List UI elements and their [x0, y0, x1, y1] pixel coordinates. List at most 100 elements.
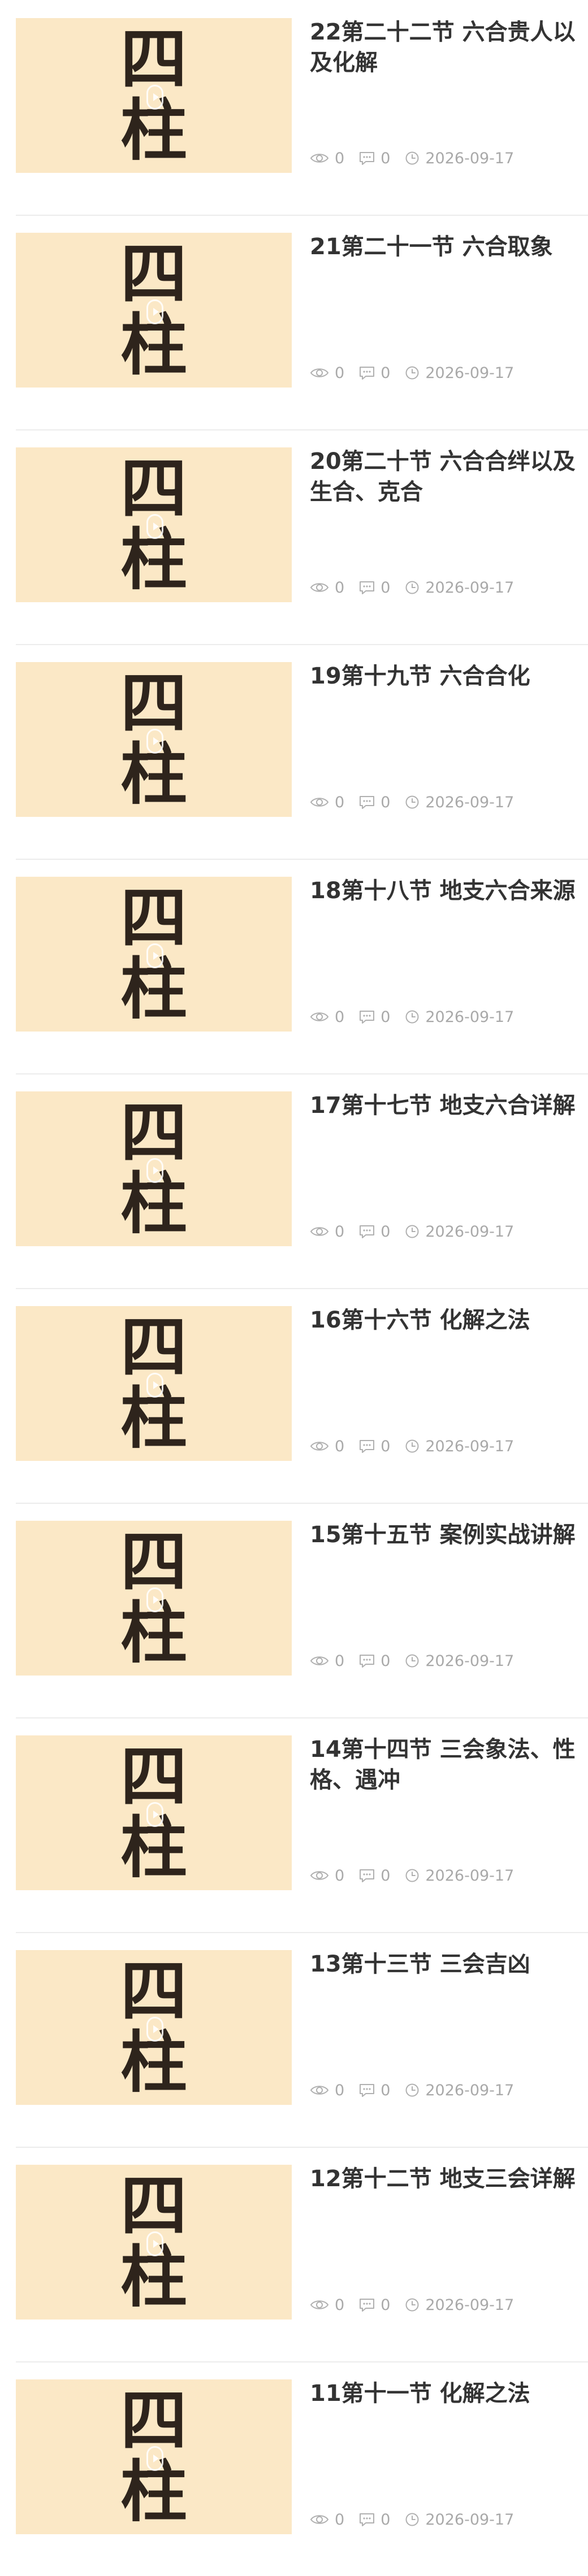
play-icon[interactable]: [146, 85, 163, 110]
views-stat: 0: [310, 2296, 344, 2314]
views-stat: 0: [310, 150, 344, 167]
eye-icon: [310, 1442, 329, 1451]
list-item[interactable]: 四 柱 22第二十二节 六合贵人以及化解 0 0 2026-09-17: [0, 0, 588, 215]
article-meta: 0 0 2026-09-17: [310, 149, 529, 167]
views-stat: 0: [310, 2511, 344, 2529]
date-stat: 2026-09-17: [405, 364, 514, 382]
comments-count: 0: [381, 1222, 391, 1241]
publish-date: 2026-09-17: [425, 793, 514, 811]
list-item[interactable]: 四 柱 13第十三节 三会吉凶 0 0 2026-09-17: [0, 1932, 588, 2147]
views-count: 0: [335, 149, 345, 167]
article-title[interactable]: 17第十七节 地支六合详解: [310, 1090, 581, 1121]
list-item[interactable]: 四 柱 15第十五节 案例实战讲解 0 0 2026-09-17: [0, 1503, 588, 1717]
play-icon[interactable]: [146, 299, 163, 324]
clock-icon: [405, 1010, 419, 1024]
article-thumbnail[interactable]: 四 柱: [16, 877, 292, 1032]
comments-stat: 0: [359, 2296, 390, 2314]
comment-icon: [360, 2513, 375, 2526]
play-icon[interactable]: [146, 729, 163, 754]
comment-icon: [360, 1869, 375, 1882]
comment-icon: [360, 1655, 375, 1668]
comments-stat: 0: [359, 2082, 390, 2099]
article-meta: 0 0 2026-09-17: [310, 578, 529, 597]
comments-stat: 0: [359, 1223, 390, 1241]
article-title[interactable]: 21第二十一节 六合取象: [310, 232, 581, 262]
views-count: 0: [335, 2296, 345, 2314]
play-icon[interactable]: [146, 1373, 163, 1398]
list-item[interactable]: 四 柱 17第十七节 地支六合详解 0 0 2026-09-17: [0, 1073, 588, 1288]
article-title[interactable]: 20第二十节 六合合绊以及生合、克合: [310, 446, 581, 507]
list-item[interactable]: 四 柱 14第十四节 三会象法、性格、遇冲 0 0 2026-09-17: [0, 1717, 588, 1932]
article-title[interactable]: 14第十四节 三会象法、性格、遇冲: [310, 1734, 581, 1795]
article-thumbnail[interactable]: 四 柱: [16, 233, 292, 388]
eye-icon: [310, 1871, 329, 1880]
article-thumbnail[interactable]: 四 柱: [16, 2165, 292, 2320]
play-icon[interactable]: [146, 943, 163, 968]
play-icon[interactable]: [146, 2446, 163, 2471]
play-icon[interactable]: [146, 2017, 163, 2042]
list-item[interactable]: 四 柱 18第十八节 地支六合来源 0 0 2026-09-17: [0, 859, 588, 1073]
article-meta: 0 0 2026-09-17: [310, 1652, 529, 1670]
clock-icon: [405, 1225, 419, 1238]
views-stat: 0: [310, 1652, 344, 1670]
article-title[interactable]: 19第十九节 六合合化: [310, 661, 581, 691]
views-stat: 0: [310, 1008, 344, 1026]
article-thumbnail[interactable]: 四 柱: [16, 1091, 292, 1246]
article-thumbnail[interactable]: 四 柱: [16, 447, 292, 602]
play-icon[interactable]: [146, 1158, 163, 1183]
comments-count: 0: [381, 1866, 391, 1885]
article-thumbnail[interactable]: 四 柱: [16, 1950, 292, 2105]
publish-date: 2026-09-17: [425, 1222, 514, 1241]
article-thumbnail[interactable]: 四 柱: [16, 1521, 292, 1676]
views-count: 0: [335, 793, 345, 811]
play-icon[interactable]: [146, 1587, 163, 1612]
article-meta: 0 0 2026-09-17: [310, 1008, 529, 1026]
play-icon[interactable]: [146, 1802, 163, 1827]
publish-date: 2026-09-17: [425, 364, 514, 382]
list-item[interactable]: 四 柱 20第二十节 六合合绊以及生合、克合 0 0 2026-09-17: [0, 429, 588, 644]
comment-icon: [360, 367, 375, 380]
comments-stat: 0: [359, 1438, 390, 1455]
date-stat: 2026-09-17: [405, 794, 514, 811]
article-title[interactable]: 22第二十二节 六合贵人以及化解: [310, 17, 581, 78]
publish-date: 2026-09-17: [425, 1437, 514, 1455]
eye-icon: [310, 2515, 329, 2524]
article-title[interactable]: 13第十三节 三会吉凶: [310, 1949, 581, 1979]
list-item[interactable]: 四 柱 21第二十一节 六合取象 0 0 2026-09-17: [0, 215, 588, 429]
article-thumbnail[interactable]: 四 柱: [16, 2379, 292, 2534]
publish-date: 2026-09-17: [425, 2510, 514, 2529]
comments-count: 0: [381, 2510, 391, 2529]
article-title[interactable]: 18第十八节 地支六合来源: [310, 876, 581, 906]
clock-icon: [405, 1869, 419, 1882]
article-meta: 0 0 2026-09-17: [310, 1437, 529, 1455]
article-meta: 0 0 2026-09-17: [310, 2510, 529, 2529]
date-stat: 2026-09-17: [405, 1008, 514, 1026]
views-stat: 0: [310, 364, 344, 382]
article-title[interactable]: 11第十一节 化解之法: [310, 2378, 581, 2409]
eye-icon: [310, 2086, 329, 2095]
comment-icon: [360, 152, 375, 165]
comment-icon: [360, 1225, 375, 1238]
article-title[interactable]: 12第十二节 地支三会详解: [310, 2164, 581, 2194]
article-thumbnail[interactable]: 四 柱: [16, 662, 292, 817]
publish-date: 2026-09-17: [425, 2081, 514, 2099]
eye-icon: [310, 2300, 329, 2309]
list-item[interactable]: 四 柱 19第十九节 六合合化 0 0 2026-09-17: [0, 644, 588, 859]
article-thumbnail[interactable]: 四 柱: [16, 1306, 292, 1461]
article-thumbnail[interactable]: 四 柱: [16, 1735, 292, 1890]
article-title[interactable]: 16第十六节 化解之法: [310, 1305, 581, 1335]
article-thumbnail[interactable]: 四 柱: [16, 18, 292, 173]
comments-count: 0: [381, 2081, 391, 2099]
article-title[interactable]: 15第十五节 案例实战讲解: [310, 1520, 581, 1550]
comments-count: 0: [381, 578, 391, 597]
list-item[interactable]: 四 柱 11第十一节 化解之法 0 0 2026-09-17: [0, 2361, 588, 2576]
list-item[interactable]: 四 柱 12第十二节 地支三会详解 0 0 2026-09-17: [0, 2147, 588, 2361]
list-item[interactable]: 四 柱 16第十六节 化解之法 0 0 2026-09-17: [0, 1288, 588, 1503]
comment-icon: [360, 2084, 375, 2097]
publish-date: 2026-09-17: [425, 1652, 514, 1670]
clock-icon: [405, 581, 419, 594]
date-stat: 2026-09-17: [405, 1223, 514, 1241]
views-count: 0: [335, 578, 345, 597]
play-icon[interactable]: [146, 2231, 163, 2256]
play-icon[interactable]: [146, 514, 163, 539]
